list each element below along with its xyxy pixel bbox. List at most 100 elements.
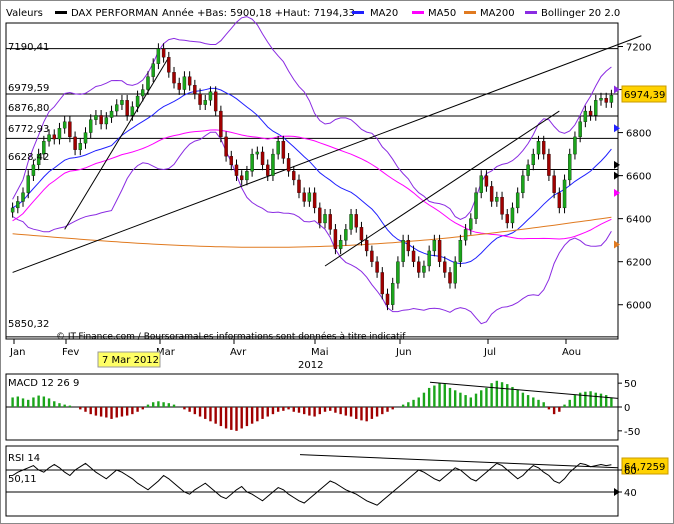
candle <box>161 48 166 58</box>
candle <box>109 110 114 118</box>
candle <box>21 192 25 202</box>
candle <box>510 207 515 224</box>
candle <box>541 141 546 155</box>
candle <box>536 141 541 155</box>
candle <box>328 214 332 230</box>
last-price-badge: 6974,39 <box>621 85 667 103</box>
candle <box>292 171 296 181</box>
macd-bar <box>542 402 545 407</box>
candle <box>515 192 520 209</box>
macd-bar <box>151 402 155 407</box>
macd-bar <box>162 402 165 407</box>
candle <box>286 158 291 172</box>
candle <box>562 179 567 209</box>
candle <box>250 153 254 172</box>
macd-bar <box>594 392 597 407</box>
level-label: 6772,93 <box>8 124 49 135</box>
macd-bar <box>547 407 551 410</box>
candle <box>578 121 582 138</box>
macd-bar <box>193 407 197 415</box>
macd-bar <box>53 401 56 407</box>
candle <box>177 82 181 90</box>
candle <box>344 229 348 241</box>
macd-bar <box>240 407 243 429</box>
legend-swatch-bollinger <box>525 11 537 14</box>
candle <box>104 117 109 125</box>
candle <box>469 218 473 230</box>
legend-ma50: MA50 <box>428 8 456 19</box>
macd-bar <box>329 407 332 411</box>
level-label: 6628,42 <box>8 152 49 163</box>
candle <box>422 265 426 273</box>
macd-bar <box>453 390 457 407</box>
candle <box>120 100 124 105</box>
macd-bar <box>427 387 431 407</box>
macd-bar <box>474 393 478 407</box>
legend-ma20: MA20 <box>370 8 398 19</box>
x-tick-label: Aou <box>562 347 581 358</box>
macd-bar <box>443 384 446 407</box>
candle <box>307 192 312 202</box>
candle <box>526 164 530 176</box>
macd-bar <box>401 404 405 407</box>
macd-bar <box>375 407 379 417</box>
candle <box>547 153 551 176</box>
macd-bar <box>141 407 144 410</box>
macd-bar <box>360 407 363 421</box>
macd-bar <box>157 401 160 407</box>
macd-bar <box>448 387 452 407</box>
y-tick-label: 6200 <box>626 258 651 269</box>
macd-bar <box>256 407 259 422</box>
macd-bar <box>391 407 394 410</box>
macd-bar <box>16 396 20 407</box>
macd-bar <box>99 407 103 417</box>
macd-bar <box>214 407 217 424</box>
candle <box>281 141 286 159</box>
macd-bar <box>584 391 587 407</box>
candle <box>531 153 536 166</box>
candle <box>156 48 161 64</box>
macd-bar <box>344 407 348 416</box>
x-tick-label: Jun <box>395 347 412 358</box>
macd-bar <box>370 407 374 419</box>
macd-bar <box>469 397 473 407</box>
legend-swatch-ma20 <box>352 11 364 14</box>
macd-bar <box>271 407 275 415</box>
macd-tick-label: 0 <box>624 403 630 414</box>
date-marker: 7 Mar 2012 <box>97 351 161 368</box>
last-price-value: 6974,39 <box>624 90 665 101</box>
candle <box>219 110 223 138</box>
candle <box>62 121 67 129</box>
macd-bar <box>120 407 124 417</box>
candle <box>141 89 145 97</box>
rsi-tick-label: 60 <box>624 466 637 477</box>
year-label: 2012 <box>298 360 323 371</box>
macd-bar <box>11 397 14 407</box>
macd-bar <box>526 395 530 407</box>
candle <box>52 134 56 140</box>
macd-bar <box>412 399 415 407</box>
candle <box>208 91 213 101</box>
candle <box>78 143 83 150</box>
candle <box>359 227 364 241</box>
candle <box>115 104 119 112</box>
macd-bar <box>68 405 72 407</box>
candle <box>448 272 452 284</box>
macd-bar <box>287 407 290 410</box>
legend-swatch-dax <box>55 11 67 14</box>
legend-swatch-ma200 <box>464 11 476 14</box>
candle <box>16 201 20 209</box>
macd-bar <box>89 407 92 415</box>
candle <box>385 293 390 305</box>
candle <box>604 98 608 103</box>
candle <box>364 240 369 252</box>
candle <box>73 136 77 150</box>
macd-bar <box>27 399 30 407</box>
candle <box>57 128 62 140</box>
macd-bar <box>506 384 509 407</box>
candle <box>599 98 603 101</box>
macd-bar <box>511 386 514 407</box>
macd-bar <box>167 403 171 407</box>
macd-bar <box>500 382 504 407</box>
y-tick-label: 7200 <box>626 43 651 54</box>
